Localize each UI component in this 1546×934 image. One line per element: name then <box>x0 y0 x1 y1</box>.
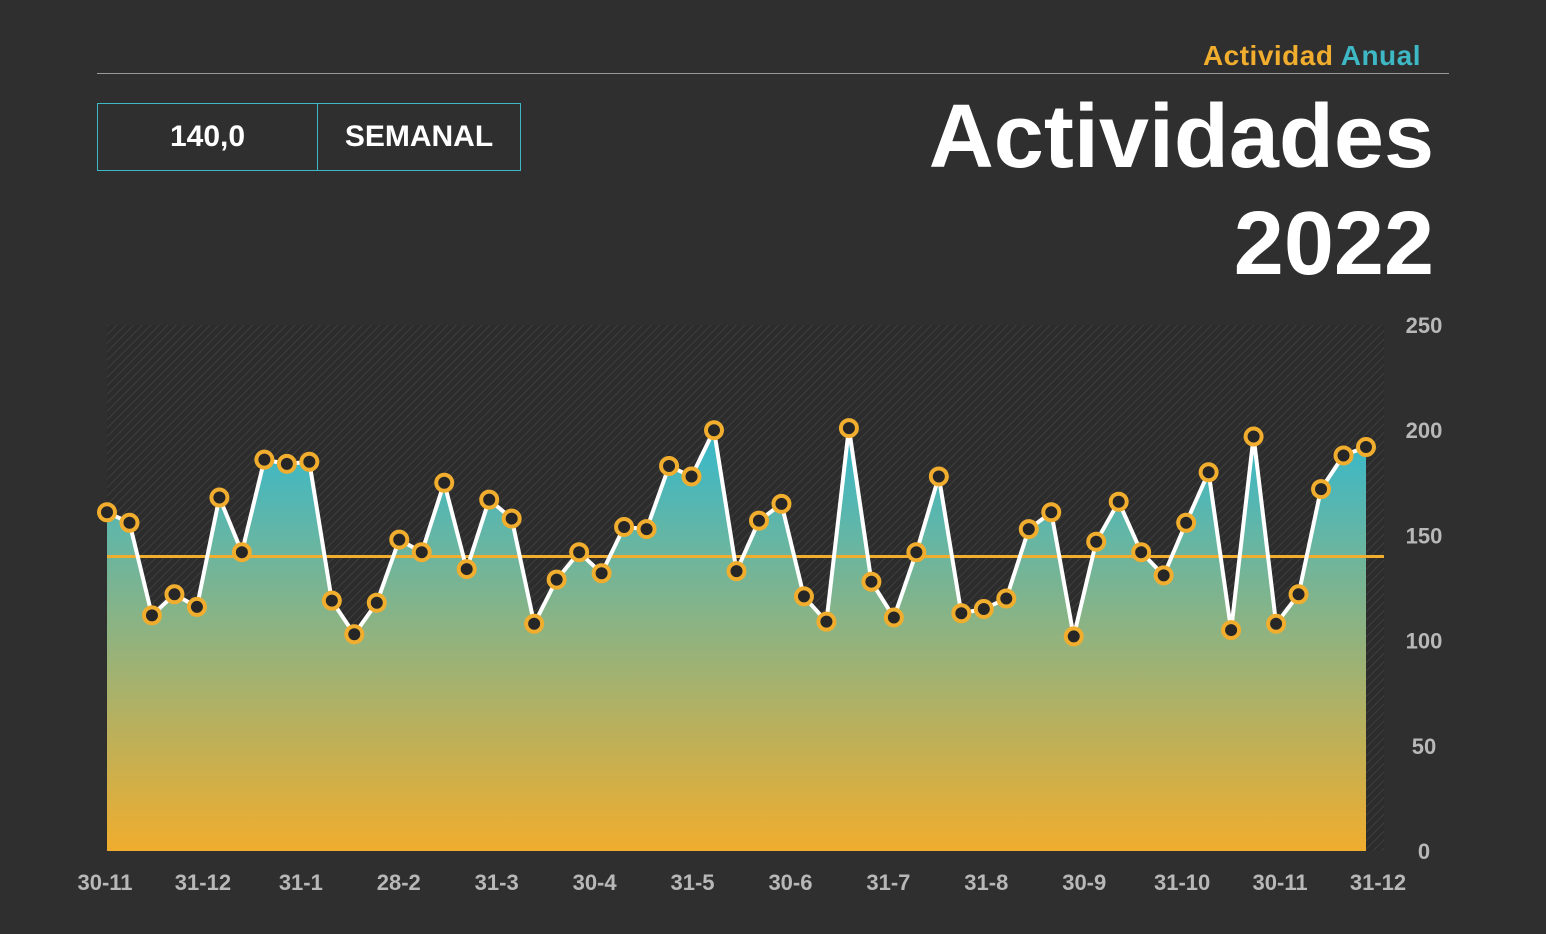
data-point <box>209 487 230 508</box>
data-point <box>771 493 792 514</box>
data-point <box>321 590 342 611</box>
data-point <box>276 453 297 474</box>
x-tick-label: 31-12 <box>1350 870 1406 895</box>
activity-chart: 0 50 100 150 200 250 30-11 31-12 31-1 28-2 31-3 30-… <box>77 313 1443 895</box>
y-tick-label: 150 <box>1406 523 1443 548</box>
y-tick-label: 200 <box>1406 418 1443 443</box>
data-point <box>1018 519 1039 540</box>
x-tick-label: 31-3 <box>475 870 519 895</box>
data-point <box>816 611 837 632</box>
data-point <box>748 510 769 531</box>
data-point <box>726 561 747 582</box>
data-point <box>1176 512 1197 533</box>
x-tick-label: 31-1 <box>279 870 323 895</box>
data-point <box>254 449 275 470</box>
data-point <box>299 451 320 472</box>
data-point <box>906 542 927 563</box>
x-tick-label: 28-2 <box>377 870 421 895</box>
data-point <box>1333 445 1354 466</box>
data-point <box>524 613 545 634</box>
y-tick-label: 250 <box>1406 313 1443 338</box>
x-tick-label: 30-6 <box>768 870 812 895</box>
data-point <box>704 420 725 441</box>
x-tick-label: 30-11 <box>77 870 132 895</box>
data-point <box>1221 620 1242 641</box>
data-point <box>1131 542 1152 563</box>
data-point <box>1288 584 1309 605</box>
data-point <box>1198 462 1219 483</box>
data-point <box>1086 531 1107 552</box>
x-tick-label: 31-8 <box>964 870 1008 895</box>
data-point <box>411 542 432 563</box>
data-point <box>546 569 567 590</box>
data-point <box>996 588 1017 609</box>
data-point <box>501 508 522 529</box>
data-point <box>636 519 657 540</box>
data-point <box>97 502 117 523</box>
data-point <box>389 529 410 550</box>
data-point <box>479 489 500 510</box>
x-tick-label: 30-4 <box>573 870 618 895</box>
data-point <box>614 516 635 537</box>
data-point <box>164 584 185 605</box>
x-tick-label: 31-12 <box>175 870 231 895</box>
data-point <box>838 418 859 439</box>
data-point <box>861 571 882 592</box>
data-point <box>1243 426 1264 447</box>
data-point <box>1063 626 1084 647</box>
data-point <box>928 466 949 487</box>
data-point <box>1153 565 1174 586</box>
data-point <box>793 586 814 607</box>
data-point <box>681 466 702 487</box>
data-point <box>456 559 477 580</box>
data-point <box>119 512 140 533</box>
data-point <box>951 603 972 624</box>
data-point <box>569 542 590 563</box>
data-point <box>1266 613 1287 634</box>
data-point <box>186 596 207 617</box>
data-point <box>1108 491 1129 512</box>
data-point <box>883 607 904 628</box>
data-point <box>366 592 387 613</box>
x-tick-label: 31-7 <box>866 870 910 895</box>
data-point <box>344 624 365 645</box>
data-point <box>141 605 162 626</box>
data-point <box>1356 437 1376 458</box>
data-point <box>1041 502 1062 523</box>
x-tick-label: 31-10 <box>1154 870 1210 895</box>
x-tick-label: 31-5 <box>671 870 715 895</box>
y-tick-label: 50 <box>1412 734 1436 759</box>
x-tick-label: 30-11 <box>1253 870 1308 895</box>
data-point <box>659 455 680 476</box>
data-point <box>434 472 455 493</box>
data-point <box>973 599 994 620</box>
data-point <box>231 542 252 563</box>
y-tick-label: 100 <box>1406 629 1443 654</box>
data-point <box>591 563 612 584</box>
x-tick-label: 30-9 <box>1062 870 1106 895</box>
data-point <box>1311 479 1332 500</box>
y-tick-label: 0 <box>1418 839 1430 864</box>
